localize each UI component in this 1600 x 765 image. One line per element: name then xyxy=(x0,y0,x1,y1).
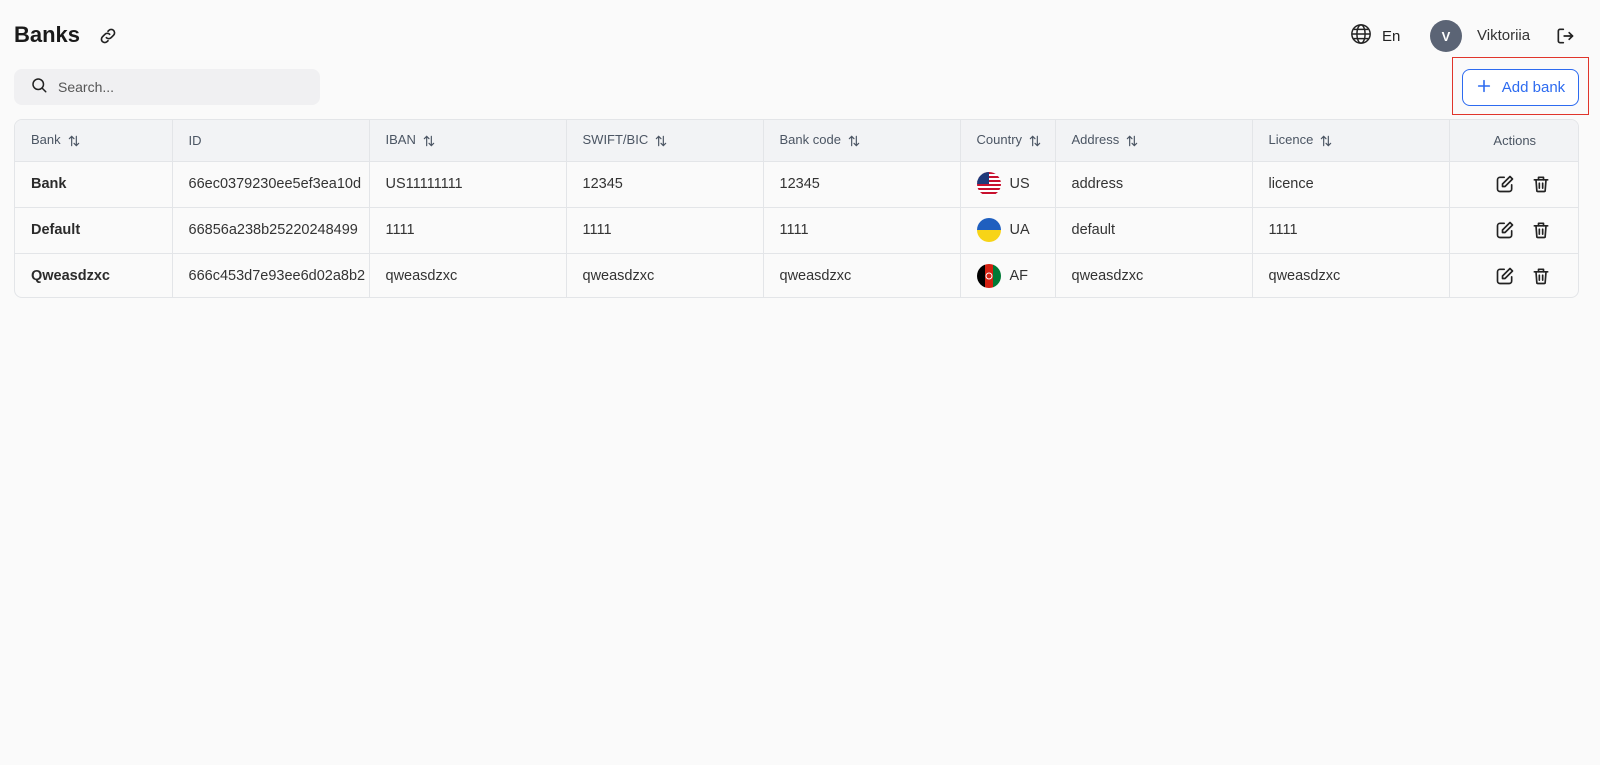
edit-icon[interactable] xyxy=(1495,174,1515,194)
cell-id: 66856a238b25220248499 xyxy=(172,207,370,254)
column-header-actions: Actions xyxy=(1449,120,1578,162)
sort-icon xyxy=(68,135,79,147)
sort-icon xyxy=(1321,135,1332,147)
globe-icon xyxy=(1350,23,1372,50)
cell-address: address xyxy=(1055,161,1253,208)
plus-icon xyxy=(1476,78,1492,98)
language-label: En xyxy=(1382,27,1401,45)
country-code: UA xyxy=(1009,222,1030,238)
search-input[interactable] xyxy=(58,79,298,95)
cell-iban: qweasdzxc xyxy=(369,253,567,297)
cell-actions xyxy=(1449,253,1578,297)
trash-icon[interactable] xyxy=(1531,220,1551,240)
column-header-swift[interactable]: SWIFT/BIC xyxy=(566,120,764,162)
cell-bank-code: 12345 xyxy=(763,161,961,208)
link-icon[interactable] xyxy=(98,26,118,46)
add-bank-label: Add bank xyxy=(1501,79,1566,96)
sort-icon xyxy=(423,135,435,147)
table-row: Qweasdzxc 666c453d7e93ee6d02a8b2 qweasdz… xyxy=(15,253,1578,297)
sort-icon xyxy=(655,135,667,147)
column-header-country[interactable]: Country xyxy=(960,120,1056,162)
sort-icon xyxy=(1029,135,1041,147)
user-name[interactable]: Viktoriia xyxy=(1477,27,1530,44)
avatar[interactable]: V xyxy=(1430,20,1462,52)
language-switcher[interactable]: En xyxy=(1350,23,1401,50)
ua-flag-icon xyxy=(976,218,1001,242)
column-header-iban[interactable]: IBAN xyxy=(369,120,567,162)
column-header-bank-code[interactable]: Bank code xyxy=(763,120,961,162)
table-row: Default 66856a238b25220248499 1111 1111 … xyxy=(15,207,1578,254)
add-bank-button[interactable]: Add bank xyxy=(1462,69,1579,106)
column-header-licence[interactable]: Licence xyxy=(1252,120,1450,162)
cell-bank: Qweasdzxc xyxy=(15,253,173,297)
cell-actions xyxy=(1449,161,1578,208)
top-bar: Banks En V Viktoriia xyxy=(0,0,1600,72)
cell-actions xyxy=(1449,207,1578,254)
banks-table: Bank ID IBAN SWIFT/BIC Bank code Country… xyxy=(14,119,1579,298)
trash-icon[interactable] xyxy=(1531,266,1551,286)
search-box xyxy=(14,69,320,105)
sort-icon xyxy=(848,135,860,147)
sort-icon xyxy=(1126,135,1138,147)
cell-iban: US11111111 xyxy=(369,161,567,208)
cell-id: 66ec0379230ee5ef3ea10d xyxy=(172,161,370,208)
column-header-id: ID xyxy=(172,120,370,162)
cell-iban: 1111 xyxy=(369,207,567,254)
cell-licence: 1111 xyxy=(1252,207,1450,254)
cell-address: qweasdzxc xyxy=(1055,253,1253,297)
trash-icon[interactable] xyxy=(1531,174,1551,194)
country-code: US xyxy=(1009,176,1030,192)
af-flag-icon xyxy=(976,264,1001,288)
cell-country: AF xyxy=(960,253,1056,297)
cell-address: default xyxy=(1055,207,1253,254)
table-row: Bank 66ec0379230ee5ef3ea10d US11111111 1… xyxy=(15,161,1578,208)
cell-swift: 1111 xyxy=(566,207,764,254)
edit-icon[interactable] xyxy=(1495,220,1515,240)
cell-licence: licence xyxy=(1252,161,1450,208)
search-icon xyxy=(30,76,48,99)
cell-swift: 12345 xyxy=(566,161,764,208)
table-header-row: Bank ID IBAN SWIFT/BIC Bank code Country… xyxy=(15,120,1578,162)
cell-bank: Bank xyxy=(15,161,173,208)
cell-bank: Default xyxy=(15,207,173,254)
edit-icon[interactable] xyxy=(1495,266,1515,286)
cell-country: UA xyxy=(960,207,1056,254)
cell-bank-code: 1111 xyxy=(763,207,961,254)
cell-licence: qweasdzxc xyxy=(1252,253,1450,297)
cell-bank-code: qweasdzxc xyxy=(763,253,961,297)
logout-icon[interactable] xyxy=(1555,26,1575,46)
column-header-address[interactable]: Address xyxy=(1055,120,1253,162)
column-header-bank[interactable]: Bank xyxy=(15,120,173,162)
cell-swift: qweasdzxc xyxy=(566,253,764,297)
country-code: AF xyxy=(1009,268,1029,284)
cell-id: 666c453d7e93ee6d02a8b2 xyxy=(172,253,370,297)
page-title: Banks xyxy=(14,22,81,47)
us-flag-icon xyxy=(976,172,1001,196)
cell-country: US xyxy=(960,161,1056,208)
